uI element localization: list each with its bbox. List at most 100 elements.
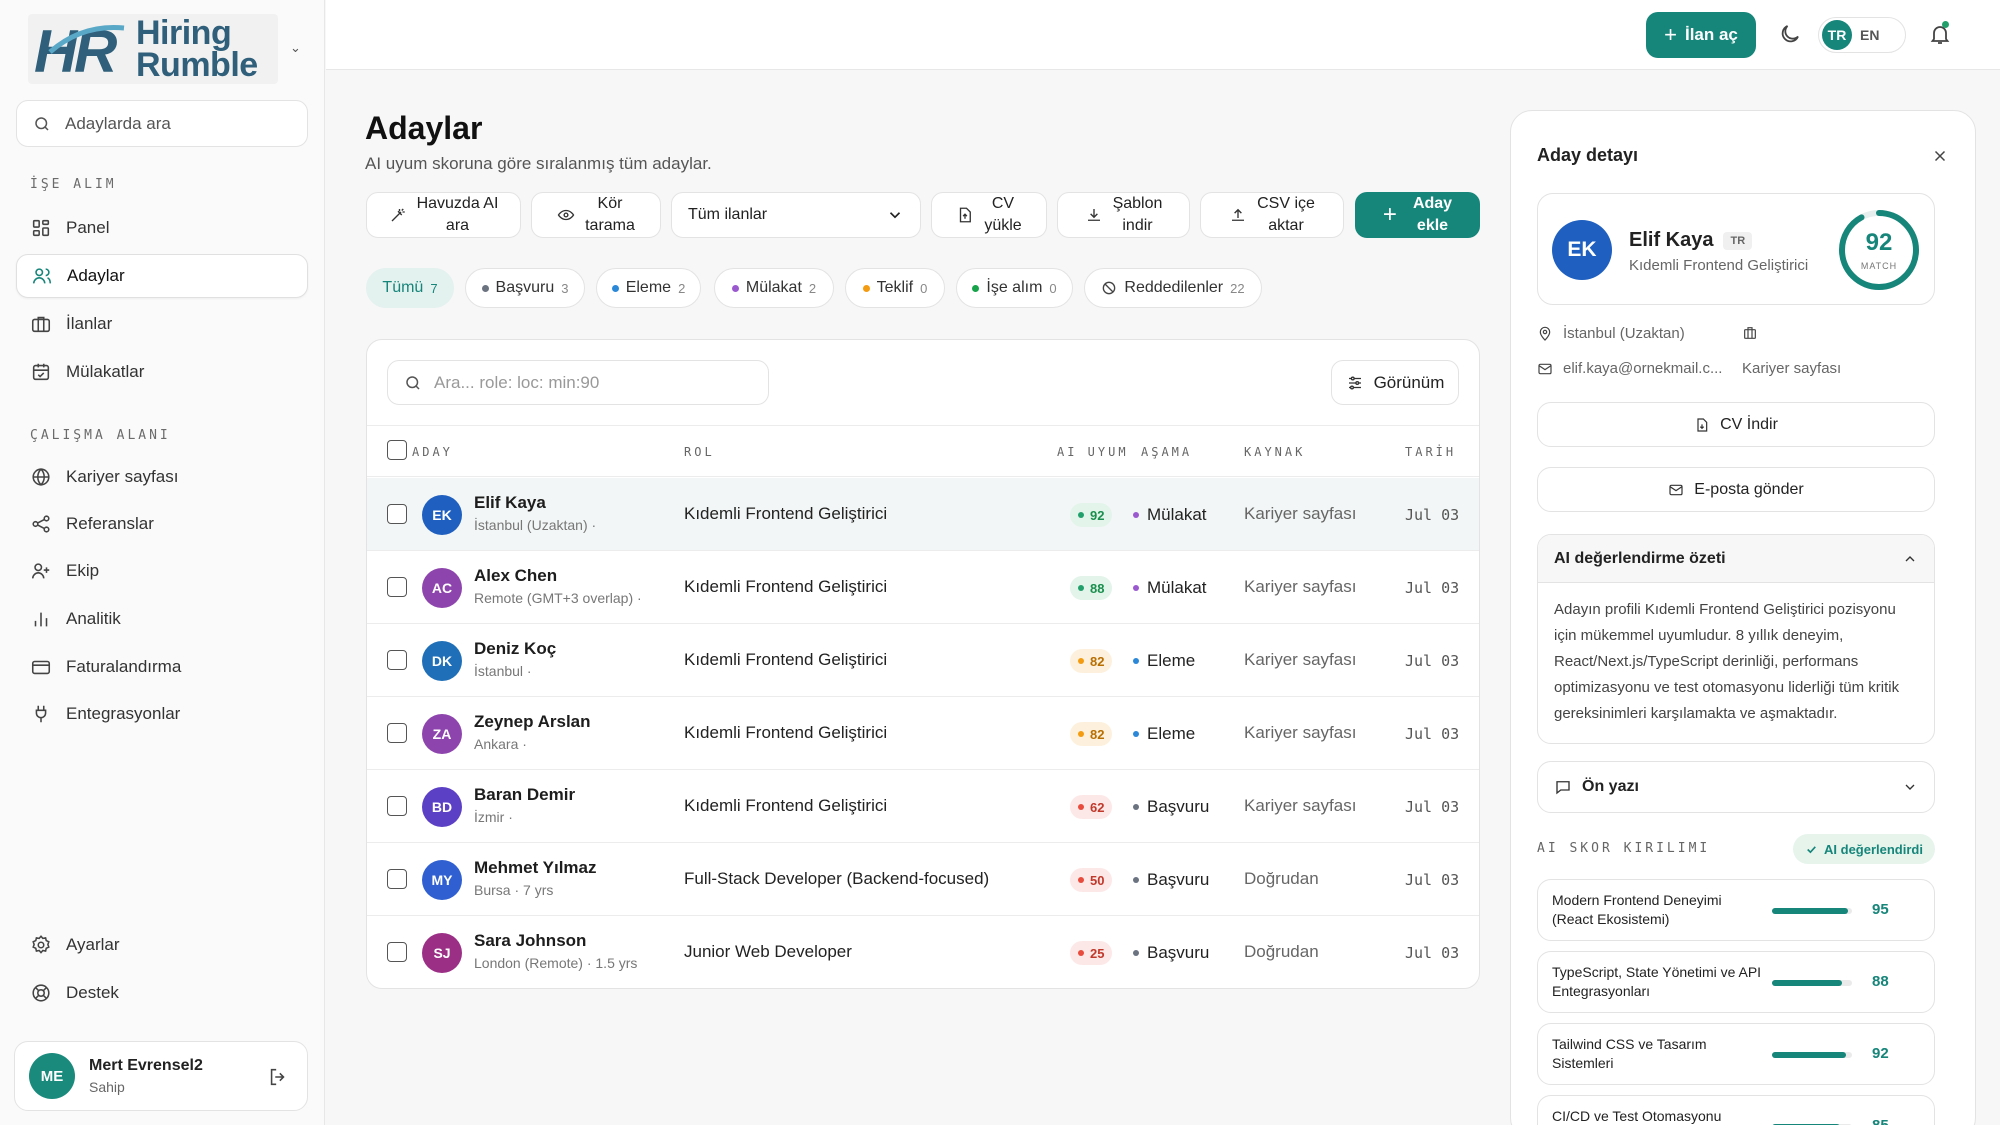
filter-chip-teklif[interactable]: Teklif 0	[845, 268, 945, 308]
lang-en-button[interactable]: EN	[1860, 27, 1879, 43]
row-checkbox[interactable]	[387, 504, 407, 524]
filter-chip-mulakat[interactable]: Mülakat 2	[714, 268, 834, 308]
logout-icon[interactable]	[267, 1066, 289, 1088]
filter-chip-label: İşe alım	[986, 279, 1043, 296]
table-row[interactable]: DK Deniz Koç İstanbul · Kıdemli Frontend…	[367, 624, 1479, 697]
row-checkbox[interactable]	[387, 796, 407, 816]
candidate-location: İzmir ·	[474, 809, 513, 825]
table-row[interactable]: EK Elif Kaya İstanbul (Uzaktan) · Kıdeml…	[367, 478, 1479, 551]
candidate-name[interactable]: Alex Chen	[474, 566, 557, 586]
table-row[interactable]: BD Baran Demir İzmir · Kıdemli Frontend …	[367, 770, 1479, 843]
col-header-stage[interactable]: AŞAMA	[1141, 445, 1192, 459]
sidebar-item-label: Adaylar	[67, 266, 125, 285]
postings-select[interactable]: Tüm ilanlar	[671, 192, 921, 238]
add-candidate-button[interactable]: + Aday ekle	[1355, 192, 1480, 238]
lang-tr-button[interactable]: TR	[1822, 20, 1852, 50]
candidate-name[interactable]: Baran Demir	[474, 785, 575, 805]
svg-text:H: H	[34, 18, 79, 84]
ai-summary-text: Adayın profili Kıdemli Frontend Geliştir…	[1554, 601, 1900, 722]
table-row[interactable]: MY Mehmet Yılmaz Bursa · 7 yrs Full-Stac…	[367, 843, 1479, 916]
pool-ai-search-button[interactable]: Havuzda AI ara	[366, 192, 521, 238]
candidate-name[interactable]: Deniz Koç	[474, 639, 556, 659]
brand-logo[interactable]: H R Hiring Rumble	[28, 14, 278, 84]
candidate-name[interactable]: Mehmet Yılmaz	[474, 858, 597, 878]
ai-score-badge: 62	[1070, 795, 1113, 819]
globe-icon	[32, 468, 50, 486]
candidate-name[interactable]: Zeynep Arslan	[474, 712, 591, 732]
col-header-role[interactable]: ROL	[684, 445, 715, 459]
filter-chip-eleme[interactable]: Eleme 2	[596, 268, 701, 308]
col-header-date[interactable]: TARİH	[1405, 445, 1456, 459]
col-header-ai-fit[interactable]: AI UYUM	[1057, 445, 1129, 459]
stage-label: Başvuru	[1133, 797, 1209, 817]
candidate-location: Bursa · 7 yrs	[474, 882, 554, 898]
moon-icon[interactable]	[1778, 22, 1802, 46]
candidate-date: Jul 03	[1405, 652, 1460, 670]
criterion-name: Modern Frontend Deneyimi (React Ekosiste…	[1552, 892, 1722, 927]
row-checkbox[interactable]	[387, 723, 407, 743]
candidate-email[interactable]: elif.kaya@ornekmail.c...	[1537, 360, 1722, 377]
filter-chip-label: Eleme	[625, 279, 672, 296]
sidebar-item-label: Entegrasyonlar	[66, 704, 181, 723]
sidebar-search-input[interactable]: Adaylarda ara	[16, 100, 308, 147]
sidebar-item-adaylar[interactable]: Adaylar	[16, 254, 308, 298]
candidate-location: Ankara ·	[474, 736, 527, 752]
filter-chip-all[interactable]: Tümü 7	[366, 268, 454, 308]
sidebar-item-label: Referanslar	[66, 514, 154, 533]
cv-download-button[interactable]: CV İndir	[1537, 402, 1935, 447]
sidebar-item-analitik[interactable]: Analitik	[16, 597, 308, 641]
filter-chip-label: Mülakat	[745, 279, 802, 296]
filter-chip-count: 7	[430, 280, 438, 296]
sidebar-item-entegrasyonlar[interactable]: Entegrasyonlar	[16, 692, 308, 736]
send-email-button[interactable]: E-posta gönder	[1537, 467, 1935, 512]
select-all-checkbox[interactable]	[387, 440, 407, 460]
filter-chip-label: Reddedilenler	[1124, 279, 1224, 296]
filter-chip-basvuru[interactable]: Başvuru 3	[465, 268, 585, 308]
row-checkbox[interactable]	[387, 869, 407, 889]
col-header-source[interactable]: KAYNAK	[1244, 445, 1305, 459]
view-options-button[interactable]: Görünüm	[1331, 360, 1459, 405]
sidebar-item-ekip[interactable]: Ekip	[16, 549, 308, 593]
row-checkbox[interactable]	[387, 942, 407, 962]
send-email-label: E-posta gönder	[1694, 480, 1804, 498]
candidate-name[interactable]: Elif Kaya	[474, 493, 546, 513]
sidebar-item-faturalandirma[interactable]: Faturalandırma	[16, 645, 308, 689]
blind-screening-button[interactable]: Kör tarama	[531, 192, 661, 238]
chevron-down-icon[interactable]: ⌄	[290, 40, 301, 56]
sidebar-item-ilanlar[interactable]: İlanlar	[16, 302, 308, 346]
template-download-button[interactable]: Şablon indir	[1057, 192, 1190, 238]
close-icon[interactable]	[1931, 147, 1949, 165]
sidebar-item-kariyer[interactable]: Kariyer sayfası	[16, 455, 308, 499]
candidate-location: İstanbul ·	[474, 663, 532, 679]
filter-chip-ise-alim[interactable]: İşe alım 0	[956, 268, 1073, 308]
mail-icon	[1538, 363, 1552, 374]
row-checkbox[interactable]	[387, 650, 407, 670]
panel-title: Aday detayı	[1537, 145, 1639, 165]
new-posting-button[interactable]: + İlan aç	[1646, 12, 1756, 58]
table-row[interactable]: ZA Zeynep Arslan Ankara · Kıdemli Fronte…	[367, 697, 1479, 770]
csv-import-button[interactable]: CSV içe aktar	[1200, 192, 1344, 238]
cv-upload-button[interactable]: CV yükle	[931, 192, 1047, 238]
criterion-card: TypeScript, State Yönetimi ve API Entegr…	[1537, 951, 1935, 1013]
status-dot	[972, 284, 980, 292]
table-search-input[interactable]: Ara... role: loc: min:90	[387, 360, 769, 405]
ai-summary-header[interactable]: AI değerlendirme özeti	[1538, 535, 1934, 583]
filter-chip-rejected[interactable]: Reddedilenler 22	[1084, 268, 1262, 308]
cover-letter-accordion[interactable]: Ön yazı	[1537, 761, 1935, 813]
sidebar-item-mulakatlar[interactable]: Mülakatlar	[16, 350, 308, 394]
add-candidate-label: Aday ekle	[1412, 195, 1453, 234]
candidate-name[interactable]: Sara Johnson	[474, 931, 586, 951]
criterion-score: 92	[1872, 1045, 1889, 1062]
table-row[interactable]: AC Alex Chen Remote (GMT+3 overlap) · Kı…	[367, 551, 1479, 624]
user-card[interactable]: ME Mert Evrensel2 Sahip	[14, 1041, 308, 1111]
language-switch[interactable]: TR EN	[1818, 17, 1906, 53]
row-checkbox[interactable]	[387, 577, 407, 597]
col-header-candidate[interactable]: ADAY	[412, 445, 453, 459]
sidebar-item-referanslar[interactable]: Referanslar	[16, 502, 308, 546]
sidebar-item-ayarlar[interactable]: Ayarlar	[16, 923, 308, 967]
candidate-source: Kariyer sayfası	[1244, 796, 1357, 815]
table-row[interactable]: SJ Sara Johnson London (Remote) · 1.5 yr…	[367, 916, 1479, 988]
sidebar-item-destek[interactable]: Destek	[16, 971, 308, 1015]
sidebar-item-panel[interactable]: Panel	[16, 206, 308, 250]
view-options-label: Görünüm	[1373, 372, 1445, 392]
